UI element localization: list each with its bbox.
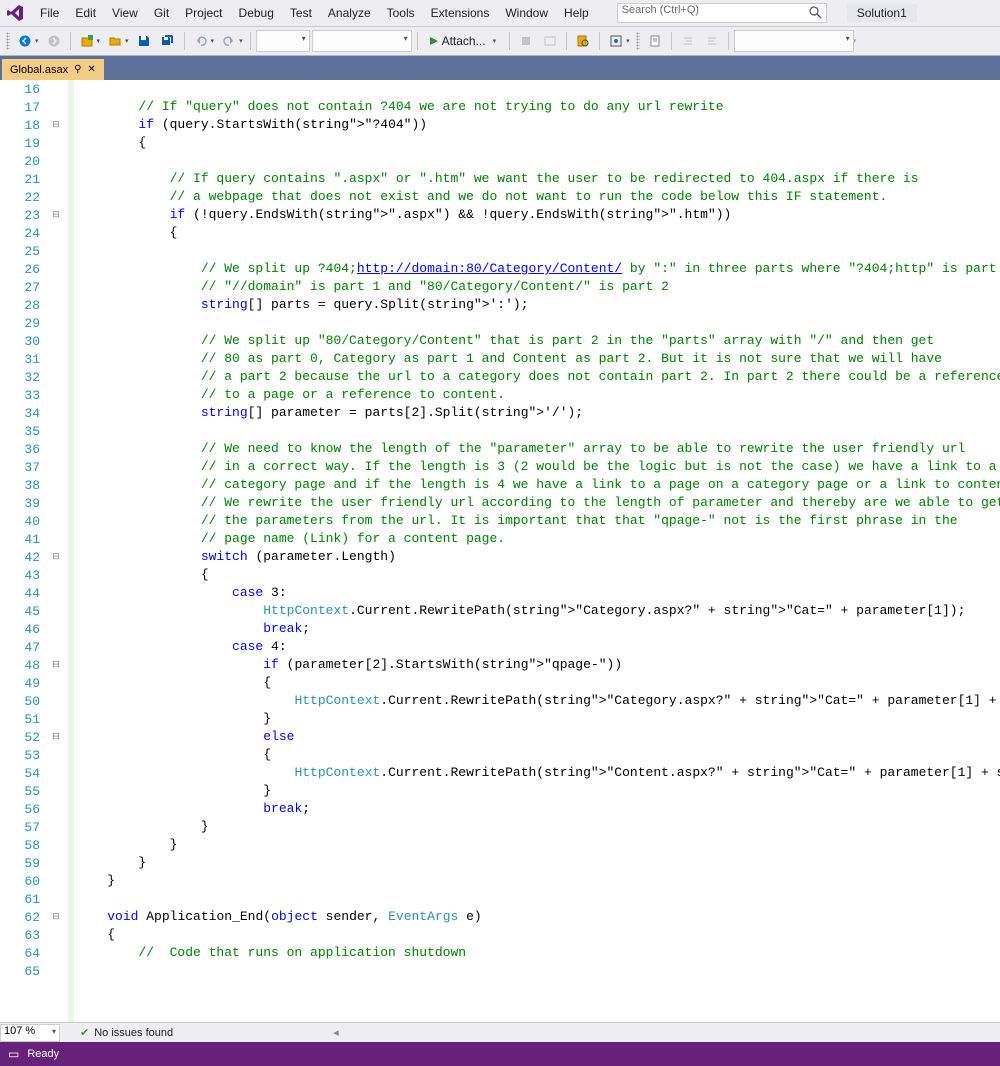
menu-help[interactable]: Help [556,2,597,24]
tool-btn-2 [539,30,561,52]
tool-btn-1 [515,30,537,52]
menu-tools[interactable]: Tools [379,2,423,24]
toolbar-grip[interactable] [636,32,640,50]
issues-indicator[interactable]: ✔ No issues found [80,1026,173,1039]
tab-strip: Global.asax ⚲ ✕ [0,56,1000,80]
search-icon[interactable] [809,6,822,19]
status-text: Ready [27,1048,59,1060]
menu-edit[interactable]: Edit [67,2,104,24]
zoom-combo[interactable]: 107 % [0,1024,60,1042]
menu-view[interactable]: View [104,2,146,24]
scroll-left-icon[interactable]: ◂ [333,1026,339,1039]
tool-btn-4[interactable] [644,30,666,52]
menu-bar: FileEditViewGitProjectDebugTestAnalyzeTo… [0,0,1000,26]
chevron-down-icon[interactable]: ▾ [626,37,630,45]
chevron-down-icon[interactable]: ▾ [35,37,39,45]
new-project-button[interactable] [76,30,98,52]
menu-extensions[interactable]: Extensions [423,2,498,24]
find-in-files-button[interactable] [572,30,594,52]
platform-combo[interactable] [312,30,412,52]
redo-button[interactable] [218,30,240,52]
tool-btn-3[interactable] [605,30,627,52]
menu-git[interactable]: Git [146,2,177,24]
tail-combo[interactable] [734,30,854,52]
menu-analyze[interactable]: Analyze [320,2,379,24]
attach-button[interactable]: Attach... ▾ [423,34,505,48]
issues-label: No issues found [94,1027,173,1039]
line-gutter: 161718⊟1920212223⊟2425262728293031323334… [0,80,68,1022]
close-icon[interactable]: ✕ [87,64,95,75]
search-placeholder: Search (Ctrl+Q) [622,4,699,16]
save-all-button[interactable] [157,30,179,52]
menu-file[interactable]: File [32,2,67,24]
chevron-down-icon[interactable]: ▾ [493,37,497,45]
back-button[interactable] [14,30,36,52]
check-icon: ✔ [80,1026,89,1039]
chevron-down-icon[interactable]: ▾ [125,37,129,45]
tab-global-asax[interactable]: Global.asax ⚲ ✕ [2,59,104,80]
pin-icon[interactable]: ⚲ [74,64,81,75]
status-bar: ▭ Ready [0,1042,1000,1066]
toolbar-grip[interactable] [6,32,10,50]
forward-button [43,30,65,52]
indent-button [677,30,699,52]
solution-name[interactable]: Solution1 [847,4,917,22]
config-combo[interactable] [256,30,310,52]
output-icon[interactable]: ▭ [8,1047,19,1061]
search-input[interactable]: Search (Ctrl+Q) [617,3,827,23]
editor-footer: 107 % ✔ No issues found ◂ [0,1022,1000,1042]
menu-project[interactable]: Project [177,2,230,24]
code-editor[interactable]: 161718⊟1920212223⊟2425262728293031323334… [0,80,1000,1022]
save-button[interactable] [133,30,155,52]
menu-test[interactable]: Test [282,2,320,24]
tab-label: Global.asax [10,64,68,76]
outdent-button [701,30,723,52]
chevron-down-icon[interactable]: ▾ [97,37,101,45]
open-file-button[interactable] [104,30,126,52]
vs-logo-icon [4,2,26,24]
undo-button[interactable] [190,30,212,52]
menu-debug[interactable]: Debug [231,2,282,24]
menu-window[interactable]: Window [497,2,556,24]
code-area[interactable]: // If "query" does not contain ?404 we a… [74,80,1000,1022]
toolbar: ▾ ▾ ▾ ▾ ▾ Attach... ▾ ▾ ▾ [0,26,1000,56]
